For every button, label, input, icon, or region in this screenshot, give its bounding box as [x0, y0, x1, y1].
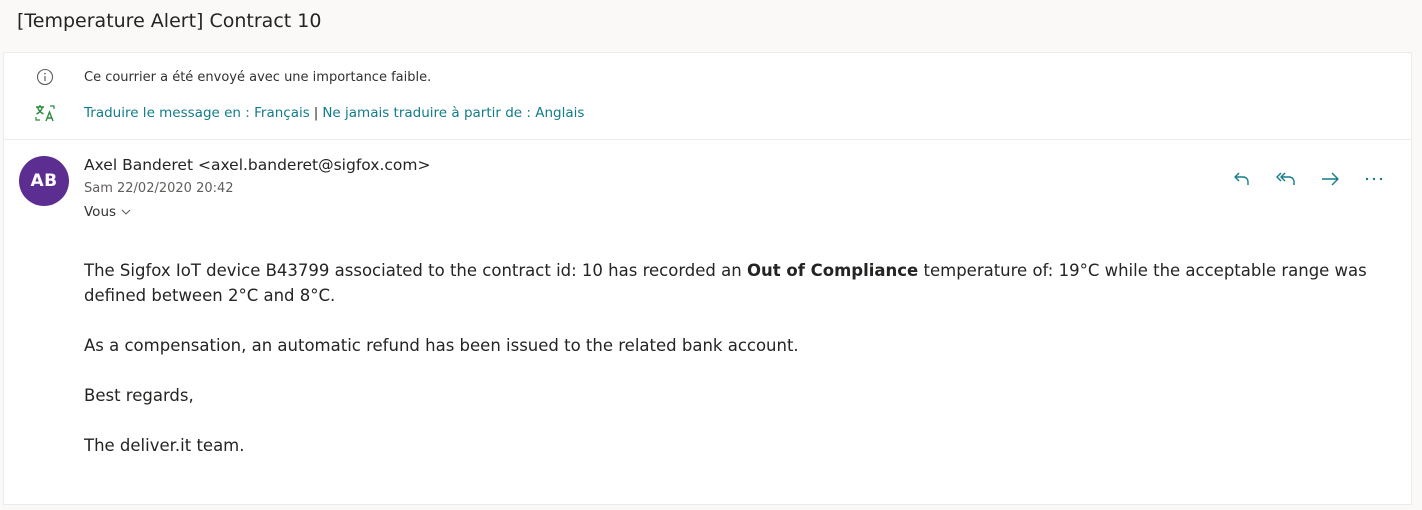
email-subject: [Temperature Alert] Contract 10: [17, 10, 322, 32]
body-paragraph-signature: The deliver.it team.: [84, 436, 245, 455]
info-circle-icon: [34, 66, 56, 88]
body-paragraph-regards: Best regards,: [84, 386, 194, 405]
recipient-toggle[interactable]: Vous: [84, 204, 132, 220]
forward-icon: [1322, 172, 1339, 186]
importance-notice: Ce courrier a été envoyé avec une import…: [34, 66, 431, 88]
avatar[interactable]: AB: [19, 156, 69, 206]
message-actions: [1215, 165, 1391, 193]
header-divider: [4, 139, 1411, 140]
forward-button[interactable]: [1313, 165, 1347, 193]
chevron-down-icon: [120, 206, 132, 218]
message-date: Sam 22/02/2020 20:42: [84, 181, 234, 196]
translate-notice: Traduire le message en : Français | Ne jam…: [34, 102, 584, 124]
reply-all-icon: [1276, 172, 1295, 185]
message-card: Ce courrier a été envoyé avec une import…: [3, 52, 1412, 505]
body-emphasis: Out of Compliance: [746, 261, 919, 280]
message-body: The Sigfox IoT device B43799 associated …: [84, 258, 1374, 483]
translate-link[interactable]: Traduire le message en : Français: [84, 105, 310, 121]
sender-name[interactable]: Axel Banderet <axel.banderet@sigfox.com>: [84, 156, 430, 174]
recipient-label: Vous: [84, 204, 117, 220]
more-icon: [1365, 177, 1383, 181]
reply-button[interactable]: [1225, 165, 1259, 193]
reply-all-button[interactable]: [1269, 165, 1303, 193]
body-paragraph-alert: The Sigfox IoT device B43799 associated …: [84, 258, 1374, 308]
body-text-part: The Sigfox IoT device B43799 associated …: [84, 261, 747, 280]
link-separator: |: [313, 105, 319, 121]
translate-icon: [34, 102, 56, 124]
importance-text: Ce courrier a été envoyé avec une import…: [84, 69, 432, 85]
never-translate-link[interactable]: Ne jamais traduire à partir de : Anglais: [322, 105, 584, 121]
body-paragraph-refund: As a compensation, an automatic refund h…: [84, 336, 799, 355]
reply-icon: [1234, 172, 1249, 185]
more-button[interactable]: [1357, 165, 1391, 193]
